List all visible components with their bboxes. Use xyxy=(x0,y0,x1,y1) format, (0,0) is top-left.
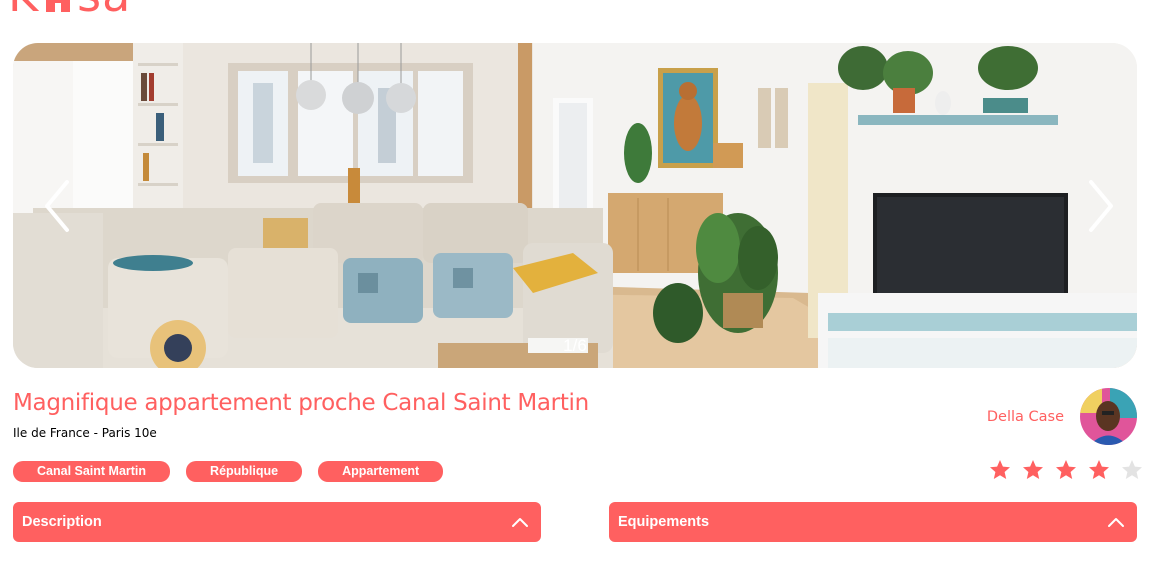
chevron-right-icon[interactable] xyxy=(1079,176,1119,236)
star-icon xyxy=(1056,460,1076,479)
star-icon xyxy=(1122,460,1142,479)
equipements-title: Equipements xyxy=(618,514,710,530)
host-name: Della Case xyxy=(986,408,1064,425)
chevron-up-icon[interactable] xyxy=(1105,511,1127,533)
listing-title: Magnifique appartement proche Canal Sain… xyxy=(13,390,589,416)
chevron-up-icon[interactable] xyxy=(509,511,531,533)
tag: Canal Saint Martin xyxy=(13,461,171,482)
host-info: Della Case xyxy=(987,388,1137,445)
description-collapse[interactable]: Description xyxy=(13,502,541,542)
star-icon xyxy=(1023,460,1043,479)
chevron-left-icon[interactable] xyxy=(39,176,79,236)
photo-gallery: 1/6 xyxy=(13,43,1137,368)
listing-location: Ile de France - Paris 10e xyxy=(13,426,157,440)
logo[interactable]: K sa xyxy=(8,0,131,18)
slide-counter: 1/6 xyxy=(563,336,587,355)
house-icon xyxy=(46,0,71,12)
description-title: Description xyxy=(22,514,102,530)
tag: Appartement xyxy=(318,461,444,482)
living-room-photo xyxy=(13,43,1137,368)
logo-text: K sa xyxy=(8,0,131,18)
logo-letter-k: K xyxy=(8,0,39,18)
avatar xyxy=(1080,388,1137,445)
tag-list: Canal Saint Martin République Appartemen… xyxy=(13,461,444,482)
tag: République xyxy=(186,461,303,482)
star-icon xyxy=(990,460,1010,479)
logo-letters-sa: sa xyxy=(77,0,131,18)
equipements-collapse[interactable]: Equipements xyxy=(609,502,1137,542)
rating xyxy=(988,458,1144,482)
star-icon xyxy=(1089,460,1109,479)
